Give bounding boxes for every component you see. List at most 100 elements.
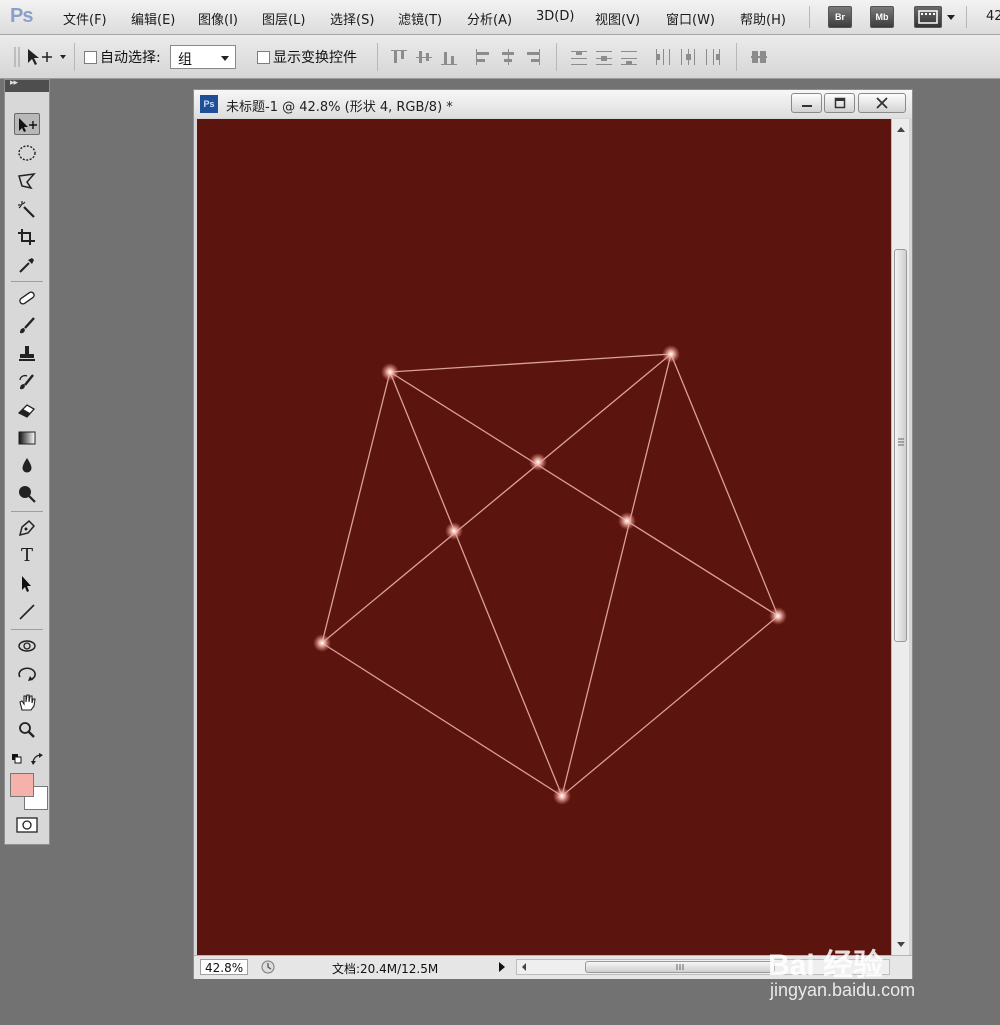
align-vcenter-icon[interactable]	[415, 48, 433, 66]
history-brush-tool[interactable]	[14, 371, 40, 393]
healing-brush-tool[interactable]	[14, 287, 40, 309]
auto-align-layers-icon[interactable]	[750, 48, 768, 66]
brush-icon	[20, 317, 35, 334]
auto-select-dropdown[interactable]: 组	[170, 45, 236, 69]
distribute-vcenter-icon[interactable]	[595, 48, 613, 66]
distribute-right-icon[interactable]	[704, 48, 722, 66]
maximize-icon	[834, 97, 845, 109]
blur-tool[interactable]	[14, 455, 40, 477]
status-info-icon[interactable]	[260, 959, 276, 975]
menu-bar: Ps 文件(F) 编辑(E) 图像(I) 图层(L) 选择(S) 滤镜(T) 分…	[0, 0, 1000, 35]
default-colors-icon[interactable]	[11, 753, 23, 765]
photoshop-logo: Ps	[10, 5, 33, 27]
constellation-shape	[313, 345, 787, 805]
vertical-scrollbar[interactable]	[891, 119, 909, 955]
screen-mode-button[interactable]	[914, 6, 942, 28]
magic-wand-icon	[18, 201, 35, 218]
menu-layer[interactable]: 图层(L)	[262, 9, 305, 28]
eraser-icon	[17, 404, 36, 418]
document-title-bar[interactable]: Ps 未标题-1 @ 42.8% (形状 4, RGB/8) *	[194, 90, 912, 118]
lasso-tool[interactable]	[14, 170, 40, 192]
minimize-icon	[801, 105, 812, 107]
align-right-icon[interactable]	[524, 48, 542, 66]
pentagon-outline	[321, 353, 779, 797]
align-top-icon[interactable]	[390, 48, 408, 66]
menu-window[interactable]: 窗口(W)	[666, 9, 715, 28]
baidu-jingyan-watermark: Bai 经验 jingyan.baidu.com	[768, 938, 1000, 1008]
move-tool-preset-icon[interactable]	[26, 47, 68, 67]
eyedropper-tool[interactable]	[14, 254, 40, 276]
gradient-icon	[18, 431, 36, 445]
film-strip-icon	[918, 10, 938, 24]
maximize-button[interactable]	[824, 93, 855, 113]
distribute-left-icon[interactable]	[654, 48, 672, 66]
elliptical-marquee-tool[interactable]	[14, 142, 40, 164]
swap-colors-icon[interactable]	[31, 753, 45, 767]
align-hcenter-icon[interactable]	[499, 48, 517, 66]
close-icon	[876, 97, 888, 109]
brush-tool[interactable]	[14, 315, 40, 337]
crop-tool[interactable]	[14, 226, 40, 248]
align-left-icon[interactable]	[474, 48, 492, 66]
move-arrow-icon	[19, 118, 37, 132]
chevron-down-icon[interactable]	[946, 14, 956, 22]
menu-filter[interactable]: 滤镜(T)	[398, 9, 442, 28]
status-menu-arrow-icon[interactable]	[497, 961, 507, 973]
dropdown-arrow-icon	[221, 56, 229, 61]
scroll-up-icon[interactable]	[896, 125, 906, 133]
dodge-tool[interactable]	[14, 483, 40, 505]
horizontal-scroll-thumb[interactable]	[585, 961, 775, 973]
menu-help[interactable]: 帮助(H)	[740, 9, 786, 28]
3d-rotate-tool[interactable]	[14, 635, 40, 657]
eraser-tool[interactable]	[14, 399, 40, 421]
eyedropper-icon	[19, 258, 34, 273]
menu-select[interactable]: 选择(S)	[330, 9, 374, 28]
gradient-tool[interactable]	[14, 427, 40, 449]
tools-panel: ▸▸ T	[4, 78, 50, 845]
minimize-button[interactable]	[791, 93, 822, 113]
zoom-level-readout[interactable]: 42	[986, 9, 1000, 24]
menu-file[interactable]: 文件(F)	[63, 9, 107, 28]
star-point	[553, 787, 571, 805]
clone-stamp-tool[interactable]	[14, 343, 40, 365]
zoom-field[interactable]: 42.8%	[200, 959, 248, 975]
close-button[interactable]	[858, 93, 906, 113]
drop-icon	[22, 458, 32, 473]
crop-icon	[18, 229, 35, 245]
menu-3d[interactable]: 3D(D)	[536, 9, 574, 24]
menu-analysis[interactable]: 分析(A)	[467, 9, 512, 28]
auto-select-checkbox[interactable]	[84, 51, 97, 64]
document-window: Ps 未标题-1 @ 42.8% (形状 4, RGB/8) * 42.8% 文…	[193, 89, 913, 979]
distribute-bottom-icon[interactable]	[620, 48, 638, 66]
menu-image[interactable]: 图像(I)	[198, 9, 238, 28]
3d-orbit-tool[interactable]	[14, 663, 40, 685]
pen-icon	[18, 519, 36, 537]
star-point	[313, 634, 331, 652]
dodge-icon	[19, 486, 36, 503]
show-transform-checkbox[interactable]	[257, 51, 270, 64]
show-transform-label: 显示变换控件	[273, 50, 357, 66]
hand-tool[interactable]	[14, 691, 40, 713]
bridge-button[interactable]: Br	[828, 6, 852, 28]
menu-edit[interactable]: 编辑(E)	[131, 9, 175, 28]
collapse-arrows-icon: ▸▸	[10, 78, 18, 88]
zoom-tool[interactable]	[14, 719, 40, 741]
tools-panel-header[interactable]: ▸▸	[5, 78, 49, 92]
line-tool[interactable]	[14, 601, 40, 623]
quick-mask-icon[interactable]	[16, 817, 38, 833]
magic-wand-tool[interactable]	[14, 198, 40, 220]
foreground-color-swatch[interactable]	[10, 773, 34, 797]
scroll-left-icon[interactable]	[520, 962, 528, 972]
vertical-scroll-thumb[interactable]	[894, 249, 907, 642]
path-selection-tool[interactable]	[14, 573, 40, 595]
menu-view[interactable]: 视图(V)	[595, 9, 640, 28]
canvas[interactable]	[197, 119, 891, 955]
distribute-hcenter-icon[interactable]	[679, 48, 697, 66]
type-tool[interactable]: T	[14, 545, 40, 567]
align-bottom-icon[interactable]	[440, 48, 458, 66]
move-tool[interactable]	[14, 113, 40, 135]
pen-tool[interactable]	[14, 517, 40, 539]
mini-bridge-button[interactable]: Mb	[870, 6, 894, 28]
history-brush-icon	[19, 374, 34, 390]
distribute-top-icon[interactable]	[570, 48, 588, 66]
